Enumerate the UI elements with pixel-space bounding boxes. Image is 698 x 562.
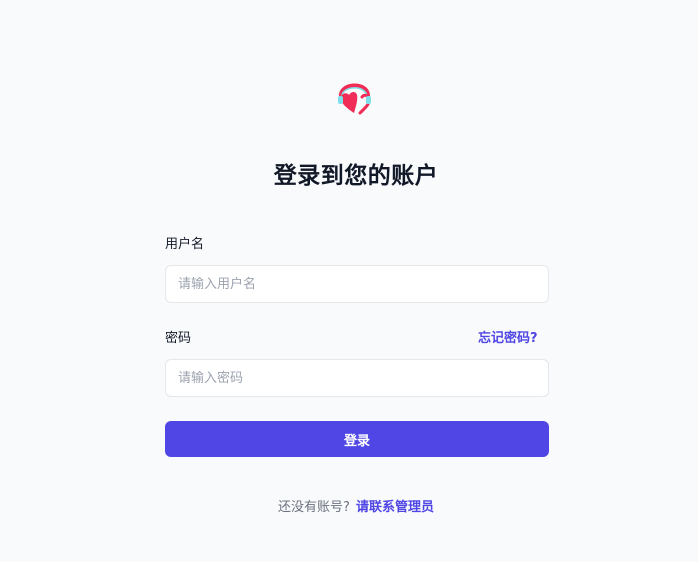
password-input[interactable] [165, 359, 549, 397]
username-input[interactable] [165, 265, 549, 303]
username-label: 用户名 [165, 237, 205, 252]
page-title: 登录到您的账户 [273, 163, 439, 189]
password-label: 密码 [165, 331, 192, 346]
signup-hint: 还没有账号? 请联系管理员 [0, 499, 698, 517]
contact-admin-link[interactable]: 请联系管理员 [356, 500, 434, 515]
forgot-password-link[interactable]: 忘记密码? [478, 330, 538, 348]
no-account-text: 还没有账号? [278, 500, 350, 515]
app-logo [334, 75, 374, 117]
heart-headphones-logo-icon [338, 83, 371, 115]
login-button[interactable]: 登录 [165, 421, 549, 457]
